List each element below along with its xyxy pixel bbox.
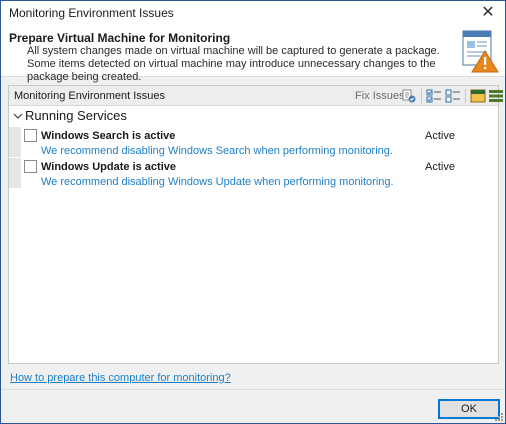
collapse-view-icon[interactable] <box>470 88 486 104</box>
group-label: Running Services <box>25 108 127 123</box>
issue-recommendation: We recommend disabling Windows Search wh… <box>41 145 393 157</box>
title-bar: Monitoring Environment Issues ✕ <box>1 1 505 25</box>
issue-status: Active <box>425 161 455 173</box>
window-title: Monitoring Environment Issues <box>9 6 174 20</box>
chevron-down-icon[interactable] <box>13 109 25 123</box>
issue-status: Active <box>425 130 455 142</box>
fix-issues-button[interactable]: Fix Issues <box>355 90 405 102</box>
header-banner: Prepare Virtual Machine for Monitoring A… <box>1 25 505 83</box>
uncheck-all-icon[interactable] <box>445 88 461 104</box>
row-gutter <box>9 158 21 188</box>
list-item: Windows Search is active Active We recom… <box>9 127 498 157</box>
issue-name: Windows Update is active <box>41 161 176 173</box>
resize-grip-icon[interactable] <box>494 412 504 422</box>
check-all-icon[interactable] <box>426 88 442 104</box>
issue-recommendation: We recommend disabling Windows Update wh… <box>41 176 394 188</box>
issues-panel: Monitoring Environment Issues Fix Issues <box>8 85 503 364</box>
header-description: All system changes made on virtual machi… <box>27 45 440 83</box>
fix-issues-icon[interactable] <box>401 88 417 104</box>
issue-checkbox[interactable] <box>24 160 37 173</box>
issue-name: Windows Search is active <box>41 130 176 142</box>
monitoring-warning-icon <box>462 30 499 73</box>
dialog-window: Monitoring Environment Issues ✕ Prepare … <box>0 0 506 424</box>
panel-header: Monitoring Environment Issues Fix Issues <box>9 86 503 106</box>
ok-button[interactable]: OK <box>438 399 500 419</box>
list-item: Windows Update is active Active We recom… <box>9 158 498 188</box>
toolbar-separator <box>465 89 466 103</box>
expand-view-icon[interactable] <box>488 88 504 104</box>
row-gutter <box>9 127 21 157</box>
help-link[interactable]: How to prepare this computer for monitor… <box>10 372 231 384</box>
issue-checkbox[interactable] <box>24 129 37 142</box>
group-running-services: Running Services <box>9 108 498 126</box>
header-title: Prepare Virtual Machine for Monitoring <box>9 31 231 45</box>
dialog-footer: OK <box>1 389 505 423</box>
close-icon[interactable]: ✕ <box>479 4 497 22</box>
panel-title: Monitoring Environment Issues <box>14 90 166 102</box>
toolbar-separator <box>421 89 422 103</box>
